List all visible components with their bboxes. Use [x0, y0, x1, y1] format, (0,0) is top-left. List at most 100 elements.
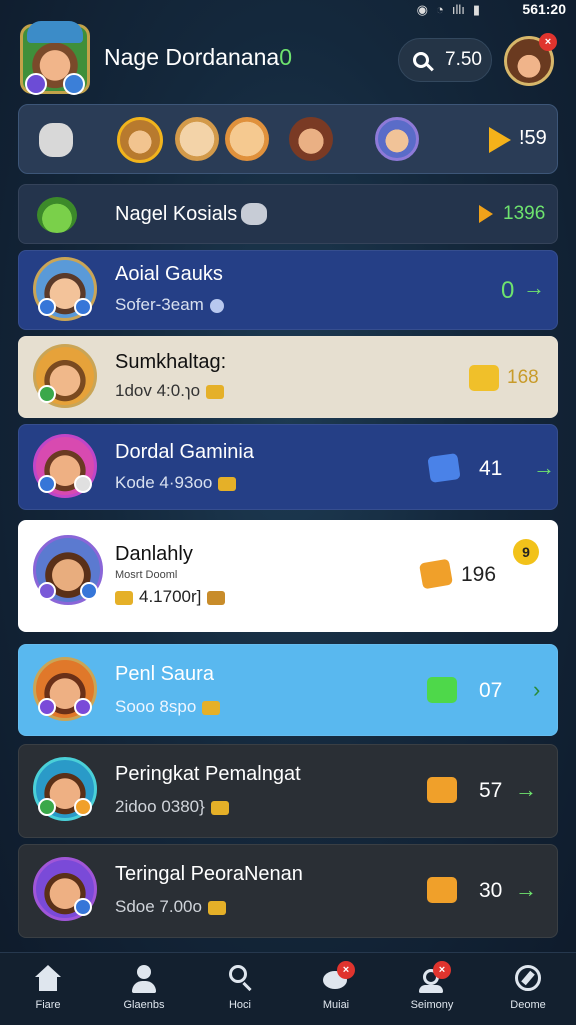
- row-subtitle-text: 4.1700r]: [139, 587, 202, 606]
- player-avatar: [33, 257, 97, 321]
- row-title: Peringkat Pemalngat: [115, 763, 301, 785]
- nav-social[interactable]: × Seimony: [384, 953, 480, 1025]
- row-score: 0: [501, 277, 515, 304]
- chat-icon: ×: [321, 961, 355, 995]
- coin-icon: [210, 800, 229, 815]
- row-score: 41: [479, 457, 503, 480]
- search-icon: [225, 965, 255, 995]
- reward-icon: [427, 877, 457, 903]
- lightning-icon: [427, 453, 461, 483]
- arrow-right-icon[interactable]: →: [515, 777, 537, 803]
- home-icon: [33, 965, 63, 995]
- skill-badge-icon: [74, 898, 92, 916]
- leaderboard-row[interactable]: Teringal PeoraNenan Sdoe 7.00o 30 →: [18, 844, 558, 938]
- nav-label: Fiare: [35, 999, 61, 1011]
- nav-badge: ×: [337, 961, 355, 979]
- rank-badge: 9: [513, 539, 539, 565]
- coin-balance: 7.50: [445, 49, 482, 70]
- arrow-right-icon[interactable]: →: [515, 877, 537, 903]
- player-name: Nage Dordanana0: [104, 44, 292, 71]
- row-subtitle: Kode 4·93oo: [115, 473, 237, 493]
- player-avatar: [33, 657, 97, 721]
- nav-home[interactable]: Fiare: [0, 953, 96, 1025]
- row-score: 168: [507, 367, 539, 388]
- nav-label: Glaenbs: [123, 999, 165, 1011]
- account-avatar[interactable]: ×: [504, 33, 557, 86]
- settings-gear-icon[interactable]: [39, 123, 73, 157]
- row-score: 57: [479, 779, 503, 802]
- coin-icon: [206, 384, 225, 399]
- nav-label: Deome: [510, 999, 546, 1011]
- row-subtitle: Sooo 8spo: [115, 697, 221, 717]
- row-title: Dordal Gaminia: [115, 441, 254, 463]
- friend-avatar-4[interactable]: [289, 117, 333, 161]
- nav-label: Hoci: [228, 999, 251, 1011]
- skill-badge-icon: [74, 798, 92, 816]
- player-avatar: [33, 857, 97, 921]
- row-score: 196: [461, 563, 497, 586]
- hammer-icon: [207, 590, 226, 605]
- group-icon: ×: [417, 961, 451, 995]
- player-name-text: Nage Dordanana: [104, 44, 280, 70]
- row-title: Aoial Gauks: [115, 263, 223, 285]
- nav-label: Seimony: [410, 999, 454, 1011]
- class-badge-icon: [25, 73, 47, 95]
- goblin-icon: [37, 197, 77, 233]
- leaderboard-row[interactable]: Aoial Gauks Sofer-3eam 0 →: [18, 250, 558, 330]
- row-subtitle-text: Sooo 8spo: [115, 697, 197, 716]
- nav-label: Muiai: [322, 999, 350, 1011]
- row-score: 1396: [503, 203, 546, 224]
- row-subtitle-text: Sdoe 7.00o: [115, 897, 202, 916]
- arrow-right-icon[interactable]: →: [523, 275, 545, 301]
- friend-avatar-5[interactable]: [375, 117, 419, 161]
- friend-avatar-1[interactable]: [117, 117, 163, 163]
- row-title: Penl Saura: [115, 663, 214, 685]
- nav-messages[interactable]: × Muiai: [288, 953, 384, 1025]
- row-score: 30: [479, 879, 503, 902]
- leaderboard-row[interactable]: Peringkat Pemalngat 2idoo 0380} 57 →: [18, 744, 558, 838]
- skill-badge-icon: [74, 698, 92, 716]
- skill-badge-icon: [74, 298, 92, 316]
- row-title: Nagel Kosials: [115, 203, 238, 225]
- player-avatar: [33, 757, 97, 821]
- class-badge-icon: [38, 385, 56, 403]
- nav-badge: ×: [433, 961, 451, 979]
- class-badge-icon: [38, 582, 56, 600]
- check-icon: [427, 677, 457, 703]
- online-indicator: 0: [279, 44, 292, 70]
- bottom-nav: Fiare Glaenbs Hoci × Muiai × Seimony Deo…: [0, 952, 576, 1025]
- hat-icon: [27, 21, 83, 43]
- class-badge-icon: [38, 698, 56, 716]
- profile-avatar[interactable]: [20, 21, 90, 95]
- class-badge-icon: [38, 475, 56, 493]
- skill-badge-icon: [80, 582, 98, 600]
- rock-icon: [241, 203, 267, 225]
- info-icon: [209, 298, 224, 313]
- arrow-right-icon[interactable]: →: [533, 455, 555, 481]
- friend-avatar-3[interactable]: [225, 117, 269, 161]
- row-subtitle: Sofer-3eam: [115, 295, 224, 315]
- leaderboard-row[interactable]: Penl Saura Sooo 8spo 07 ›: [18, 644, 558, 736]
- leaderboard-row[interactable]: Dordal Gaminia Kode 4·93oo 41 →: [18, 424, 558, 510]
- search-icon: [413, 52, 429, 68]
- friend-avatar-2[interactable]: [175, 117, 219, 161]
- arrow-right-icon[interactable]: ›: [533, 677, 540, 703]
- play-icon: [479, 205, 493, 223]
- search-pill[interactable]: 7.50: [398, 38, 492, 82]
- play-icon[interactable]: [489, 127, 511, 153]
- nav-search[interactable]: Hoci: [192, 953, 288, 1025]
- nav-profile[interactable]: Deome: [480, 953, 576, 1025]
- row-title: Danlahly: [115, 543, 193, 565]
- leaderboard-row[interactable]: Sumkhaltag: 1dov 4:0.ɿo 168: [18, 336, 558, 418]
- friends-count: !59: [519, 127, 547, 149]
- friends-strip: !59: [18, 104, 558, 174]
- class-badge-icon: [38, 798, 56, 816]
- leaderboard-row-header[interactable]: Nagel Kosials 1396: [18, 184, 558, 244]
- nav-friends[interactable]: Glaenbs: [96, 953, 192, 1025]
- reward-icon: [427, 777, 457, 803]
- player-avatar: [33, 344, 97, 408]
- row-subtitle: 1dov 4:0.ɿo: [115, 381, 225, 401]
- reward-icon: [418, 558, 454, 590]
- leaderboard-row-highlighted[interactable]: Danlahly Mosrt Dooml 4.1700r] 196 9: [18, 520, 558, 632]
- row-subtitle: 4.1700r]: [115, 587, 226, 607]
